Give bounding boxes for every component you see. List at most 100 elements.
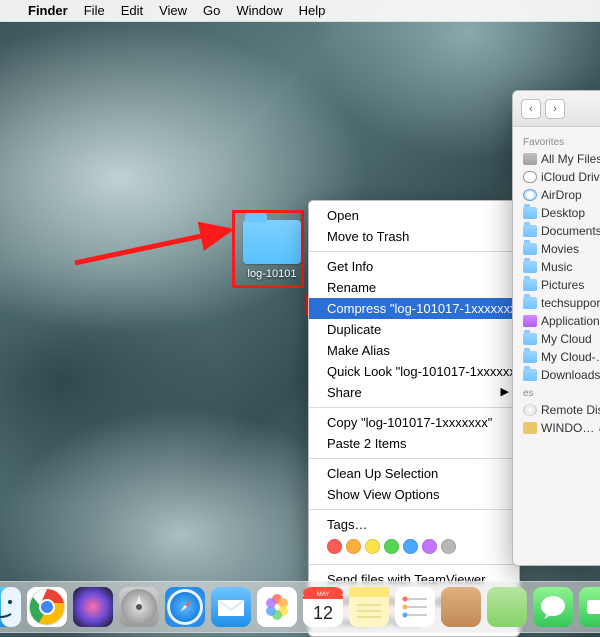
svg-text:MAY: MAY <box>317 592 330 598</box>
context-menu-item[interactable]: Get Info <box>309 256 519 277</box>
sidebar-item[interactable]: Downloads <box>513 366 600 384</box>
sidebar-item[interactable]: Applications <box>513 312 600 330</box>
context-menu-item[interactable]: Quick Look "log-101017-1xxxxxxx" <box>309 361 519 382</box>
folder-icon <box>523 207 537 219</box>
sidebar-item-label: My Cloud <box>541 332 592 346</box>
sidebar-item[interactable]: WINDO…⏏ <box>513 419 600 437</box>
dock-mail[interactable] <box>211 587 251 627</box>
allfiles-icon <box>523 153 537 165</box>
context-menu-separator <box>309 509 519 510</box>
context-menu-item[interactable]: Share▶ <box>309 382 519 403</box>
dock-launchpad[interactable] <box>119 587 159 627</box>
sidebar-item[interactable]: Remote Disc <box>513 401 600 419</box>
disc-icon <box>523 404 537 416</box>
finder-window: ‹ › Favorites All My Files iCloud Drive Air… <box>512 90 600 566</box>
sidebar-item-label: Desktop <box>541 206 585 220</box>
sidebar-item-label: Remote Disc <box>541 403 600 417</box>
tag-color-dot[interactable] <box>346 539 361 554</box>
menu-view[interactable]: View <box>159 3 187 18</box>
sidebar-item-label: Documents <box>541 224 600 238</box>
menu-go[interactable]: Go <box>203 3 220 18</box>
sidebar-item-label: techsupport <box>541 296 600 310</box>
tag-color-dot[interactable] <box>384 539 399 554</box>
sidebar-item-label: Movies <box>541 242 579 256</box>
dock-photos[interactable] <box>257 587 297 627</box>
tag-color-dot[interactable] <box>403 539 418 554</box>
context-menu-item[interactable]: Copy "log-101017-1xxxxxxx" <box>309 412 519 433</box>
sidebar-item[interactable]: AirDrop <box>513 186 600 204</box>
sidebar-item-label: All My Files <box>541 152 600 166</box>
sidebar-section-header: es <box>513 384 600 401</box>
menu-edit[interactable]: Edit <box>121 3 143 18</box>
dock-siri[interactable] <box>73 587 113 627</box>
folder-icon <box>523 279 537 291</box>
drive-icon <box>523 422 537 434</box>
context-menu-item[interactable]: Compress "log-101017-1xxxxxxx" <box>309 298 519 319</box>
menubar-app-name[interactable]: Finder <box>28 3 68 18</box>
sidebar-item[interactable]: Pictures <box>513 276 600 294</box>
dock-safari[interactable] <box>165 587 205 627</box>
context-menu-separator <box>309 458 519 459</box>
menu-file[interactable]: File <box>84 3 105 18</box>
sidebar-item[interactable]: My Cloud <box>513 330 600 348</box>
dock-contacts[interactable] <box>441 587 481 627</box>
tag-color-dot[interactable] <box>327 539 342 554</box>
finder-toolbar: ‹ › <box>513 91 600 127</box>
context-menu-tags-label[interactable]: Tags… <box>309 514 519 535</box>
menu-window[interactable]: Window <box>236 3 282 18</box>
dock-notes[interactable] <box>349 587 389 627</box>
context-menu-tags-row <box>309 535 519 560</box>
folder-icon <box>523 297 537 309</box>
sidebar-item-label: WINDO… <box>541 421 594 435</box>
dock-chrome[interactable] <box>27 587 67 627</box>
context-menu-item[interactable]: Duplicate <box>309 319 519 340</box>
folder-icon <box>523 243 537 255</box>
tag-color-dot[interactable] <box>422 539 437 554</box>
sidebar-item[interactable]: techsupport <box>513 294 600 312</box>
context-menu-item[interactable]: Rename <box>309 277 519 298</box>
submenu-arrow-icon: ▶ <box>501 384 509 401</box>
sidebar-item-label: Applications <box>541 314 600 328</box>
dock-facetime[interactable] <box>579 587 600 627</box>
context-menu-item[interactable]: Clean Up Selection <box>309 463 519 484</box>
sidebar-item[interactable]: Desktop <box>513 204 600 222</box>
context-menu-item[interactable]: Make Alias <box>309 340 519 361</box>
context-menu-item[interactable]: Move to Trash <box>309 226 519 247</box>
folder-icon <box>523 261 537 273</box>
dock-calendar[interactable]: MAY12 <box>303 587 343 627</box>
folder-icon <box>523 225 537 237</box>
sidebar-item-label: My Cloud-… <box>541 350 600 364</box>
tag-color-dot[interactable] <box>365 539 380 554</box>
sidebar-item[interactable]: Documents <box>513 222 600 240</box>
menu-help[interactable]: Help <box>299 3 326 18</box>
nav-back-button[interactable]: ‹ <box>521 99 541 119</box>
sidebar-item-label: Music <box>541 260 572 274</box>
sidebar-item[interactable]: Music <box>513 258 600 276</box>
sidebar-item[interactable]: Movies <box>513 240 600 258</box>
dock-maps[interactable] <box>487 587 527 627</box>
folder-icon <box>523 333 537 345</box>
finder-sidebar: Favorites All My Files iCloud Drive AirDrop… <box>513 127 600 565</box>
dock-reminders[interactable] <box>395 587 435 627</box>
context-menu-separator <box>309 251 519 252</box>
sidebar-section-header: Favorites <box>513 133 600 150</box>
sidebar-item-label: Downloads <box>541 368 600 382</box>
dock-messages[interactable] <box>533 587 573 627</box>
sidebar-item[interactable]: All My Files <box>513 150 600 168</box>
sidebar-item[interactable]: iCloud Drive <box>513 168 600 186</box>
context-menu: OpenMove to Trash Get InfoRenameCompress … <box>308 200 520 637</box>
folder-icon <box>523 351 537 363</box>
context-menu-item[interactable]: Paste 2 Items <box>309 433 519 454</box>
context-menu-separator <box>309 407 519 408</box>
sidebar-item[interactable]: My Cloud-… <box>513 348 600 366</box>
context-menu-item[interactable]: Open <box>309 205 519 226</box>
app-icon <box>523 315 537 327</box>
annotation-box-folder <box>232 210 304 288</box>
menubar: Finder File Edit View Go Window Help <box>0 0 600 22</box>
context-menu-item[interactable]: Show View Options <box>309 484 519 505</box>
context-menu-separator <box>309 564 519 565</box>
nav-forward-button[interactable]: › <box>545 99 565 119</box>
sidebar-item-label: iCloud Drive <box>541 170 600 184</box>
dock-finder[interactable] <box>0 587 21 627</box>
tag-color-dot[interactable] <box>441 539 456 554</box>
